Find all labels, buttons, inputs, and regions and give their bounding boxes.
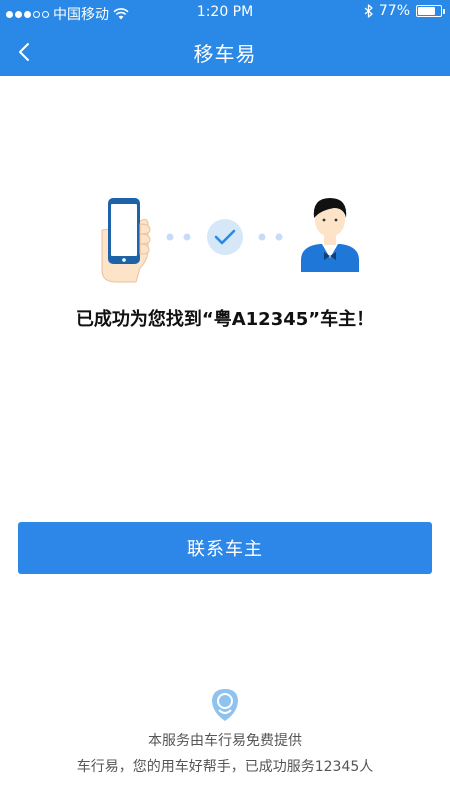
connector-dot xyxy=(166,233,174,241)
check-circle-icon xyxy=(207,219,243,255)
connector-dot xyxy=(183,233,191,241)
footer-provider-text: 本服务由车行易免费提供 xyxy=(148,733,302,749)
app-header: 中国移动 1:20 PM 77% 移车易 xyxy=(0,0,450,76)
contact-owner-button[interactable]: 联系车主 xyxy=(18,522,432,574)
connector-dot xyxy=(275,233,283,241)
battery-percent: 77% xyxy=(378,3,410,19)
battery-icon xyxy=(416,5,445,17)
chexingyi-logo-icon xyxy=(212,689,238,721)
phone-in-hand-icon xyxy=(101,198,151,283)
status-right: 77% xyxy=(364,3,445,19)
car-owner-avatar-icon xyxy=(301,198,359,272)
footer-service-text: 车行易，您的用车好帮手，已成功服务12345人 xyxy=(76,759,374,775)
status-bar: 中国移动 1:20 PM 77% xyxy=(0,0,450,26)
match-illustration xyxy=(101,198,359,283)
connector-dot xyxy=(258,233,266,241)
success-message: 已成功为您找到“粤A12345”车主！ xyxy=(75,309,375,330)
page-title: 移车易 xyxy=(193,42,257,66)
battery-fill xyxy=(418,7,435,15)
battery-cap xyxy=(443,9,445,14)
bluetooth-icon xyxy=(364,4,373,18)
